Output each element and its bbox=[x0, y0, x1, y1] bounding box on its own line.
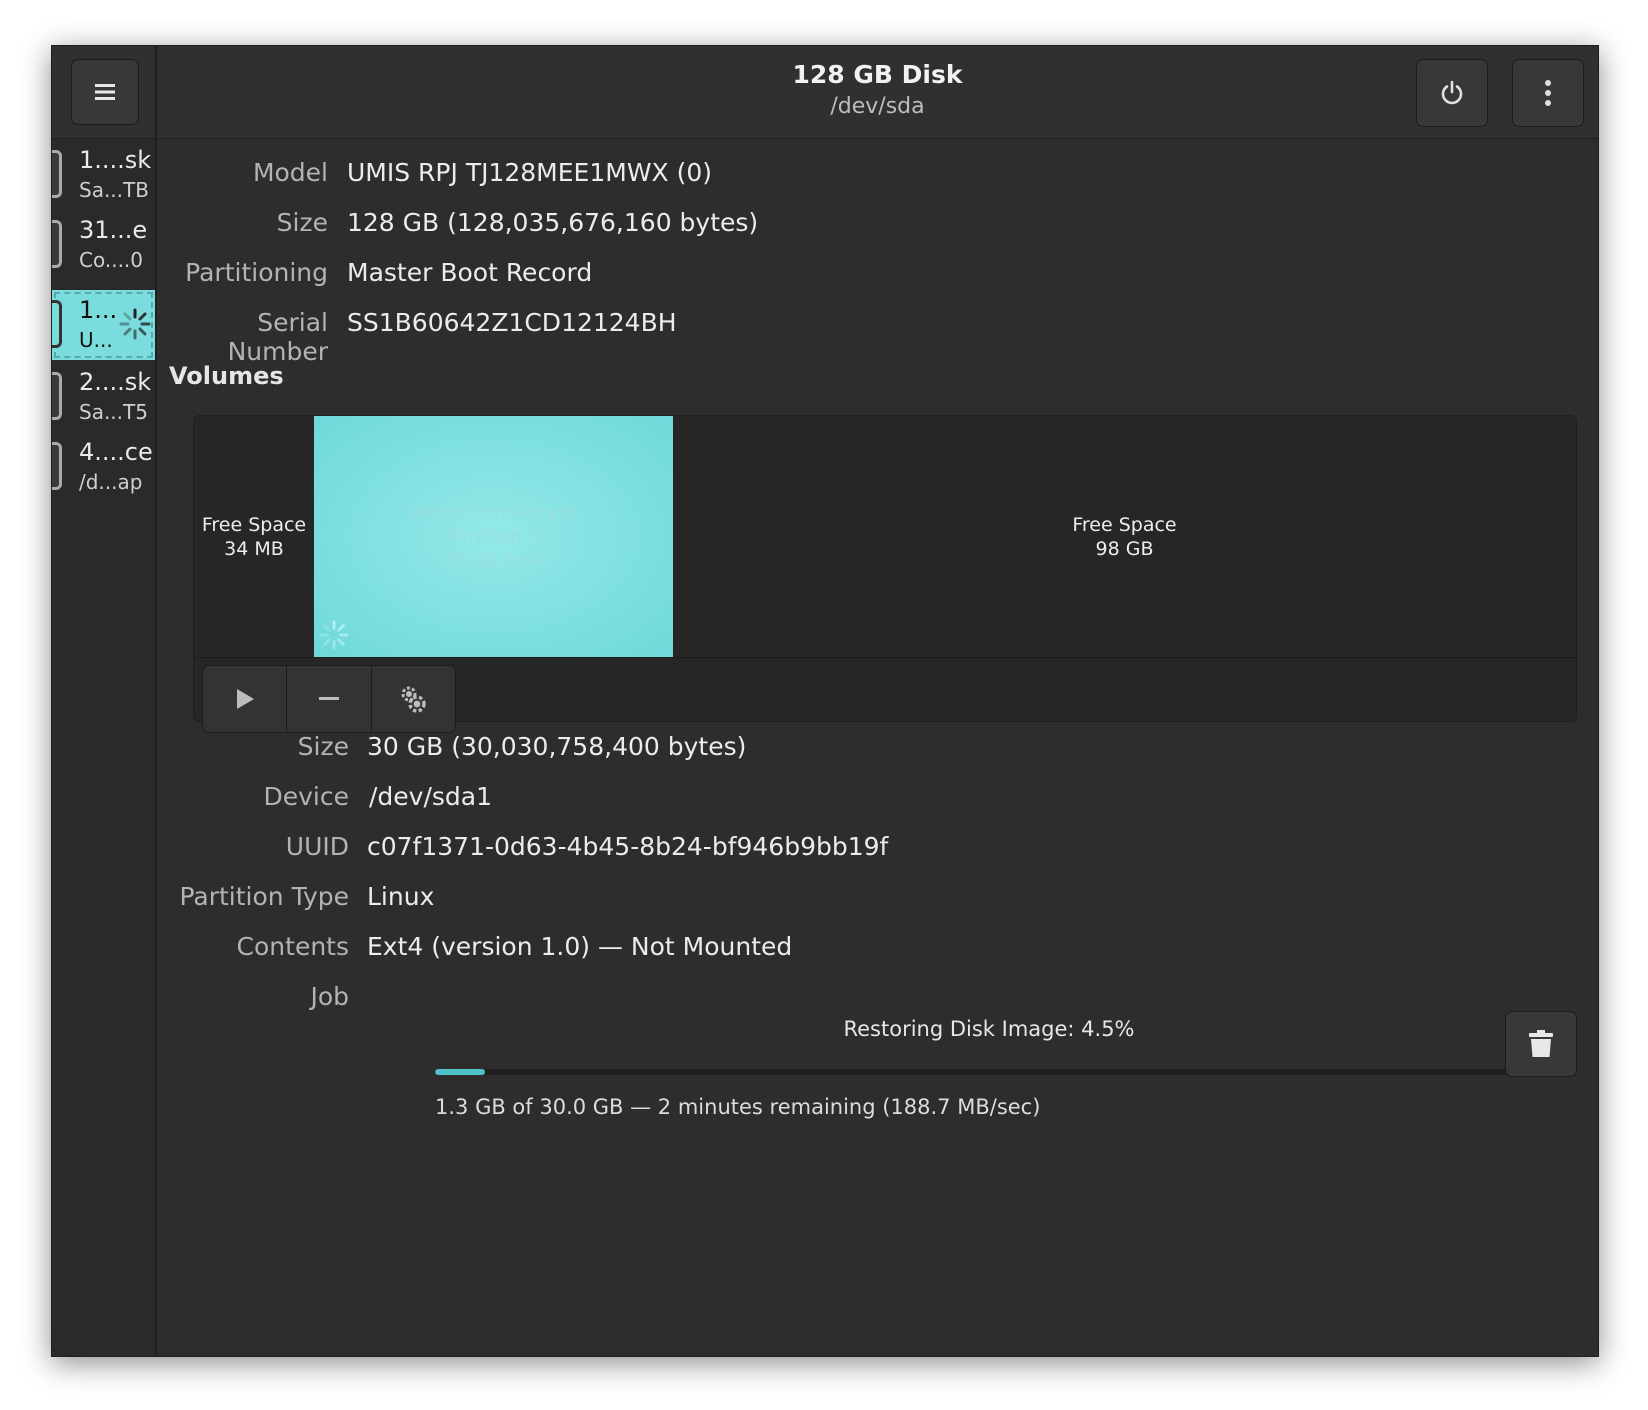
drive-icon bbox=[52, 300, 62, 348]
partition-type-row: Partition Type Linux bbox=[157, 882, 1598, 918]
delete-partition-button[interactable] bbox=[287, 666, 372, 732]
trash-icon bbox=[1529, 1030, 1553, 1057]
gears-icon bbox=[401, 686, 427, 713]
segment-line3: 30 GB Ext4 bbox=[442, 549, 545, 571]
segment-line2: Partition 1 bbox=[447, 525, 540, 547]
volumes-heading: Volumes bbox=[169, 362, 284, 390]
segment-line1: jetson-nvme-prem bbox=[410, 501, 577, 523]
volume-toolbar bbox=[202, 665, 456, 733]
drive-icon bbox=[52, 150, 62, 198]
sidebar-header bbox=[52, 46, 155, 139]
partition-size-value: 30 GB (30,030,758,400 bytes) bbox=[367, 732, 747, 761]
more-options-button[interactable] bbox=[1512, 59, 1584, 127]
drive-item[interactable]: 31...e Co....0 bbox=[52, 210, 155, 280]
disk-model-row: Model UMIS RPJ TJ128MEE1MWX (0) bbox=[157, 158, 1598, 194]
segment-line2: 34 MB bbox=[224, 537, 284, 560]
segment-line1: Free Space bbox=[1072, 513, 1177, 536]
drive-sidebar: 1....sk Sa...TB 31...e Co....0 1... U... bbox=[52, 46, 157, 1356]
drive-item[interactable]: 1....sk Sa...TB bbox=[52, 140, 155, 210]
mount-button[interactable] bbox=[203, 666, 288, 732]
free-space-segment[interactable]: Free Space 34 MB bbox=[194, 416, 314, 657]
device-label: Device bbox=[263, 782, 350, 811]
serial-number-row: Serial Number SS1B60642Z1CD12124BH bbox=[157, 308, 1598, 366]
drive-name: 4....ce bbox=[79, 438, 153, 466]
disk-size-value: 128 GB (128,035,676,160 bytes) bbox=[347, 208, 759, 237]
play-icon bbox=[236, 689, 254, 709]
partitioning-value: Master Boot Record bbox=[347, 258, 593, 287]
volume-map-divider bbox=[194, 657, 1576, 658]
device-value: /dev/sda1 bbox=[369, 782, 493, 811]
job-progress-bar bbox=[435, 1069, 1543, 1075]
drive-name: 1... bbox=[79, 296, 118, 324]
power-off-button[interactable] bbox=[1416, 59, 1488, 127]
contents-value: Ext4 (version 1.0) — Not Mounted bbox=[367, 932, 793, 961]
drive-name: 31...e bbox=[79, 216, 148, 244]
power-icon bbox=[1441, 80, 1463, 105]
spinner-icon bbox=[319, 620, 349, 650]
partitioning-row: Partitioning Master Boot Record bbox=[157, 258, 1598, 294]
menu-button[interactable] bbox=[71, 59, 139, 125]
minus-icon bbox=[318, 697, 339, 700]
job-row: Job bbox=[157, 982, 1598, 1018]
drive-desc: /d...ap bbox=[79, 470, 143, 494]
uuid-label: UUID bbox=[285, 832, 349, 861]
drive-desc: U... bbox=[79, 328, 113, 352]
partition-settings-button[interactable] bbox=[372, 666, 455, 732]
job-detail: 1.3 GB of 30.0 GB — 2 minutes remaining … bbox=[435, 1095, 1041, 1119]
free-space-segment[interactable]: Free Space 98 GB bbox=[673, 416, 1576, 657]
cancel-job-button[interactable] bbox=[1505, 1011, 1577, 1077]
header-bar: 128 GB Disk /dev/sda bbox=[157, 46, 1598, 139]
hamburger-menu-icon bbox=[95, 84, 115, 100]
disk-details-pane: 128 GB Disk /dev/sda Model UMIS RPJ TJ12… bbox=[157, 46, 1598, 1356]
partitioning-label: Partitioning bbox=[185, 258, 328, 287]
job-label: Job bbox=[310, 982, 349, 1011]
serial-number-label: Serial Number bbox=[227, 308, 328, 366]
drive-item[interactable]: 4....ce /d...ap bbox=[52, 432, 155, 502]
drive-item[interactable]: 2....sk Sa...T5 bbox=[52, 362, 155, 432]
device-row: Device /dev/sda1 bbox=[157, 782, 1598, 818]
job-title: Restoring Disk Image: 4.5% bbox=[843, 1017, 1135, 1041]
uuid-value: c07f1371-0d63-4b45-8b24-bf946b9bb19f bbox=[367, 832, 889, 861]
disk-size-label: Size bbox=[276, 208, 328, 237]
partition-size-label: Size bbox=[297, 732, 349, 761]
drive-name: 2....sk bbox=[79, 368, 152, 396]
drive-icon bbox=[52, 372, 62, 420]
drive-desc: Co....0 bbox=[79, 248, 144, 272]
partition-type-label: Partition Type bbox=[179, 882, 349, 911]
contents-label: Contents bbox=[236, 932, 349, 961]
partition-size-row: Size 30 GB (30,030,758,400 bytes) bbox=[157, 732, 1598, 768]
partition-segment-selected[interactable]: jetson-nvme-prem Partition 1 30 GB Ext4 bbox=[314, 416, 673, 657]
drive-name: 1....sk bbox=[79, 146, 152, 174]
drive-desc: Sa...TB bbox=[79, 178, 149, 202]
drive-icon bbox=[52, 220, 62, 268]
disk-model-label: Model bbox=[252, 158, 328, 187]
window-title: 128 GB Disk bbox=[792, 60, 963, 89]
disk-size-row: Size 128 GB (128,035,676,160 bytes) bbox=[157, 208, 1598, 244]
disks-window: 1....sk Sa...TB 31...e Co....0 1... U... bbox=[51, 45, 1599, 1357]
drive-icon bbox=[52, 442, 62, 490]
window-subtitle: /dev/sda bbox=[830, 94, 925, 119]
drive-item-selected[interactable]: 1... U... bbox=[52, 290, 155, 360]
job-progress-fill bbox=[435, 1069, 485, 1075]
serial-number-value: SS1B60642Z1CD12124BH bbox=[347, 308, 677, 337]
partition-type-value: Linux bbox=[367, 882, 435, 911]
contents-row: Contents Ext4 (version 1.0) — Not Mounte… bbox=[157, 932, 1598, 968]
uuid-row: UUID c07f1371-0d63-4b45-8b24-bf946b9bb19… bbox=[157, 832, 1598, 868]
disk-model-value: UMIS RPJ TJ128MEE1MWX (0) bbox=[347, 158, 713, 187]
spinner-icon bbox=[119, 308, 151, 340]
segment-line2: 98 GB bbox=[1095, 537, 1154, 560]
drive-desc: Sa...T5 bbox=[79, 400, 148, 424]
vertical-dots-icon bbox=[1545, 80, 1551, 106]
segment-line1: Free Space bbox=[201, 513, 307, 536]
volume-map: Free Space 34 MB jetson-nvme-prem Partit… bbox=[193, 415, 1577, 733]
